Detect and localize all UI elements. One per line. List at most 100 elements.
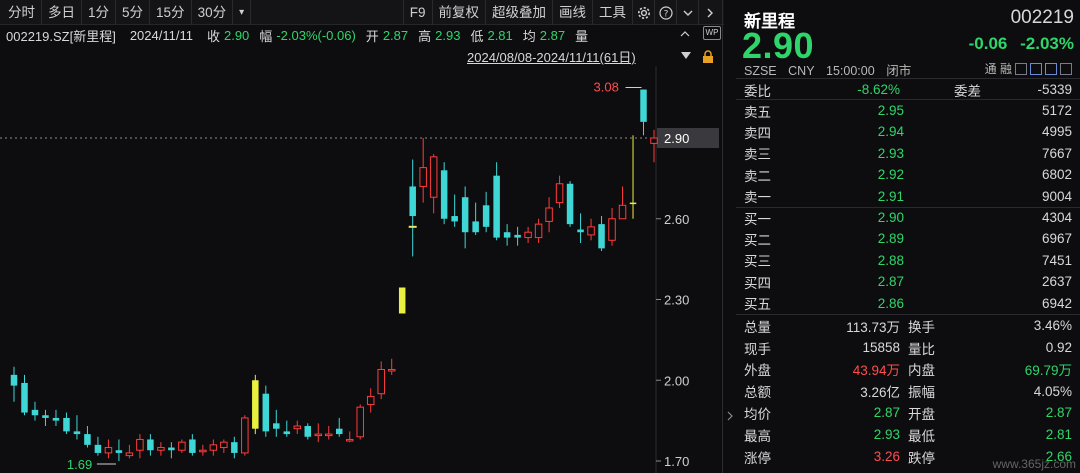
candle-body: [231, 442, 238, 453]
stat-value: 113.73万: [846, 319, 900, 335]
candle-body: [314, 433, 323, 437]
stat-label: 量比: [908, 341, 935, 357]
candle-body: [147, 439, 154, 451]
candle-body: [598, 224, 605, 249]
adjust-button[interactable]: 前复权: [431, 0, 486, 25]
order-book-row[interactable]: 买一 2.90 4304: [744, 207, 1072, 228]
level-price: 2.90: [877, 210, 904, 226]
candle-body: [293, 425, 302, 430]
stat-value: 4.05%: [1033, 383, 1072, 399]
candle-body: [52, 417, 60, 421]
lock-icon[interactable]: [702, 50, 714, 67]
stat-value: 2.93: [873, 427, 900, 443]
change-percent: -2.03%: [1020, 34, 1074, 53]
overlay-button[interactable]: 超级叠加: [485, 0, 552, 25]
order-book-row[interactable]: 卖四 2.94 4995: [744, 121, 1072, 142]
candle-body: [21, 382, 28, 413]
svg-text:?: ?: [663, 9, 668, 19]
period-15min[interactable]: 15分: [150, 0, 192, 25]
chevron-right-icon[interactable]: [698, 0, 720, 25]
period-multiday[interactable]: 多日: [42, 0, 82, 25]
period-1min[interactable]: 1分: [82, 0, 117, 25]
wp-icon[interactable]: WP: [703, 26, 721, 40]
gear-icon[interactable]: [632, 0, 654, 25]
weicha-value: -5339: [1037, 82, 1072, 98]
chart-toolbar: 分时 多日 1分 5分 15分 30分 ▾ F9 前复权 超级叠加 画线 工具 …: [0, 0, 724, 25]
period-30min[interactable]: 30分: [192, 0, 234, 25]
candle-body: [262, 393, 270, 432]
candle-body: [252, 380, 259, 429]
candle-body: [419, 167, 427, 187]
collapse-icon[interactable]: [680, 27, 690, 42]
stat-label: 涨停: [744, 450, 771, 466]
weibi-label: 委比: [744, 83, 771, 99]
avg-label: 均: [522, 28, 536, 44]
chart-icon[interactable]: [1030, 62, 1042, 75]
candle-body: [10, 374, 18, 386]
level-price: 2.86: [877, 295, 904, 311]
change-value: -0.06: [968, 34, 1008, 53]
level-volume: 6802: [1041, 167, 1072, 183]
tools-button[interactable]: 工具: [592, 0, 632, 25]
watermark: www.365jz.com: [992, 457, 1076, 471]
order-book-row[interactable]: 卖一 2.91 9004: [744, 186, 1072, 207]
layout-icon[interactable]: [1045, 62, 1057, 75]
candle-body: [283, 431, 291, 435]
draw-button[interactable]: 画线: [552, 0, 592, 25]
order-book-row[interactable]: 买二 2.89 6967: [744, 228, 1072, 249]
candle-body: [387, 368, 396, 372]
open-value: 2.87: [382, 27, 409, 43]
order-book-row[interactable]: 卖二 2.92 6802: [744, 164, 1072, 185]
f9-button[interactable]: F9: [402, 0, 432, 25]
order-book-row[interactable]: 卖五 2.95 5172: [744, 100, 1072, 121]
level-label: 卖三: [744, 147, 771, 163]
price-change: -0.06 -2.03%: [969, 34, 1074, 54]
level-label: 卖二: [744, 168, 771, 184]
date-range[interactable]: 2024/08/08-2024/11/11(61日): [467, 47, 636, 65]
candlestick-chart[interactable]: 2.60 2.30 2.00 1.70 2.90 3.08 1.69: [0, 66, 722, 473]
amp-value: -2.03%(-0.06): [276, 27, 356, 43]
amp-label: 幅: [259, 28, 273, 44]
level-price: 2.94: [877, 124, 904, 140]
candle-body: [94, 444, 102, 453]
candle-body: [189, 439, 196, 453]
stat-value: 2.81: [1045, 427, 1072, 443]
candle-body: [377, 368, 385, 395]
y-tick-label: 2.60: [664, 212, 689, 227]
stat-label: 振幅: [908, 385, 935, 401]
candle-body: [587, 226, 595, 236]
level-volume: 4304: [1041, 210, 1072, 226]
square-icon[interactable]: [1015, 62, 1027, 75]
currency: CNY: [788, 64, 815, 78]
chevron-down-icon[interactable]: [676, 0, 698, 25]
stat-label: 跌停: [908, 450, 935, 466]
level-volume: 7451: [1041, 252, 1072, 268]
level-volume: 4995: [1041, 124, 1072, 140]
period-intraday[interactable]: 分时: [0, 0, 42, 25]
current-price-label: 2.90: [664, 131, 689, 146]
candle-body: [157, 447, 165, 451]
order-book-row[interactable]: 卖三 2.93 7667: [744, 143, 1072, 164]
candle-body: [514, 234, 521, 238]
vol-label: 量: [575, 28, 589, 44]
candle-body: [577, 229, 584, 233]
candle-body: [209, 444, 218, 451]
order-book-row[interactable]: 买五 2.86 6942: [744, 293, 1072, 314]
stat-label: 换手: [908, 319, 935, 335]
period-5min[interactable]: 5分: [116, 0, 151, 25]
candle-body: [104, 447, 113, 454]
question-icon[interactable]: ?: [654, 0, 676, 25]
high-label: 高: [418, 28, 432, 44]
period-dropdown-icon[interactable]: ▾: [233, 0, 252, 25]
weicha-label: 委差: [954, 83, 981, 99]
order-book-row[interactable]: 买三 2.88 7451: [744, 250, 1072, 271]
range-dropdown-icon[interactable]: [680, 50, 692, 65]
panel-badges: 通 融: [985, 60, 1072, 77]
order-book-row[interactable]: 买四 2.87 2637: [744, 271, 1072, 292]
stat-value: 2.87: [1045, 405, 1072, 421]
level-volume: 2637: [1041, 274, 1072, 290]
expand-icon[interactable]: [1060, 62, 1072, 75]
candle-body: [325, 433, 333, 437]
expand-arrow-icon[interactable]: [726, 410, 734, 425]
stock-code: 002219: [1010, 7, 1074, 28]
